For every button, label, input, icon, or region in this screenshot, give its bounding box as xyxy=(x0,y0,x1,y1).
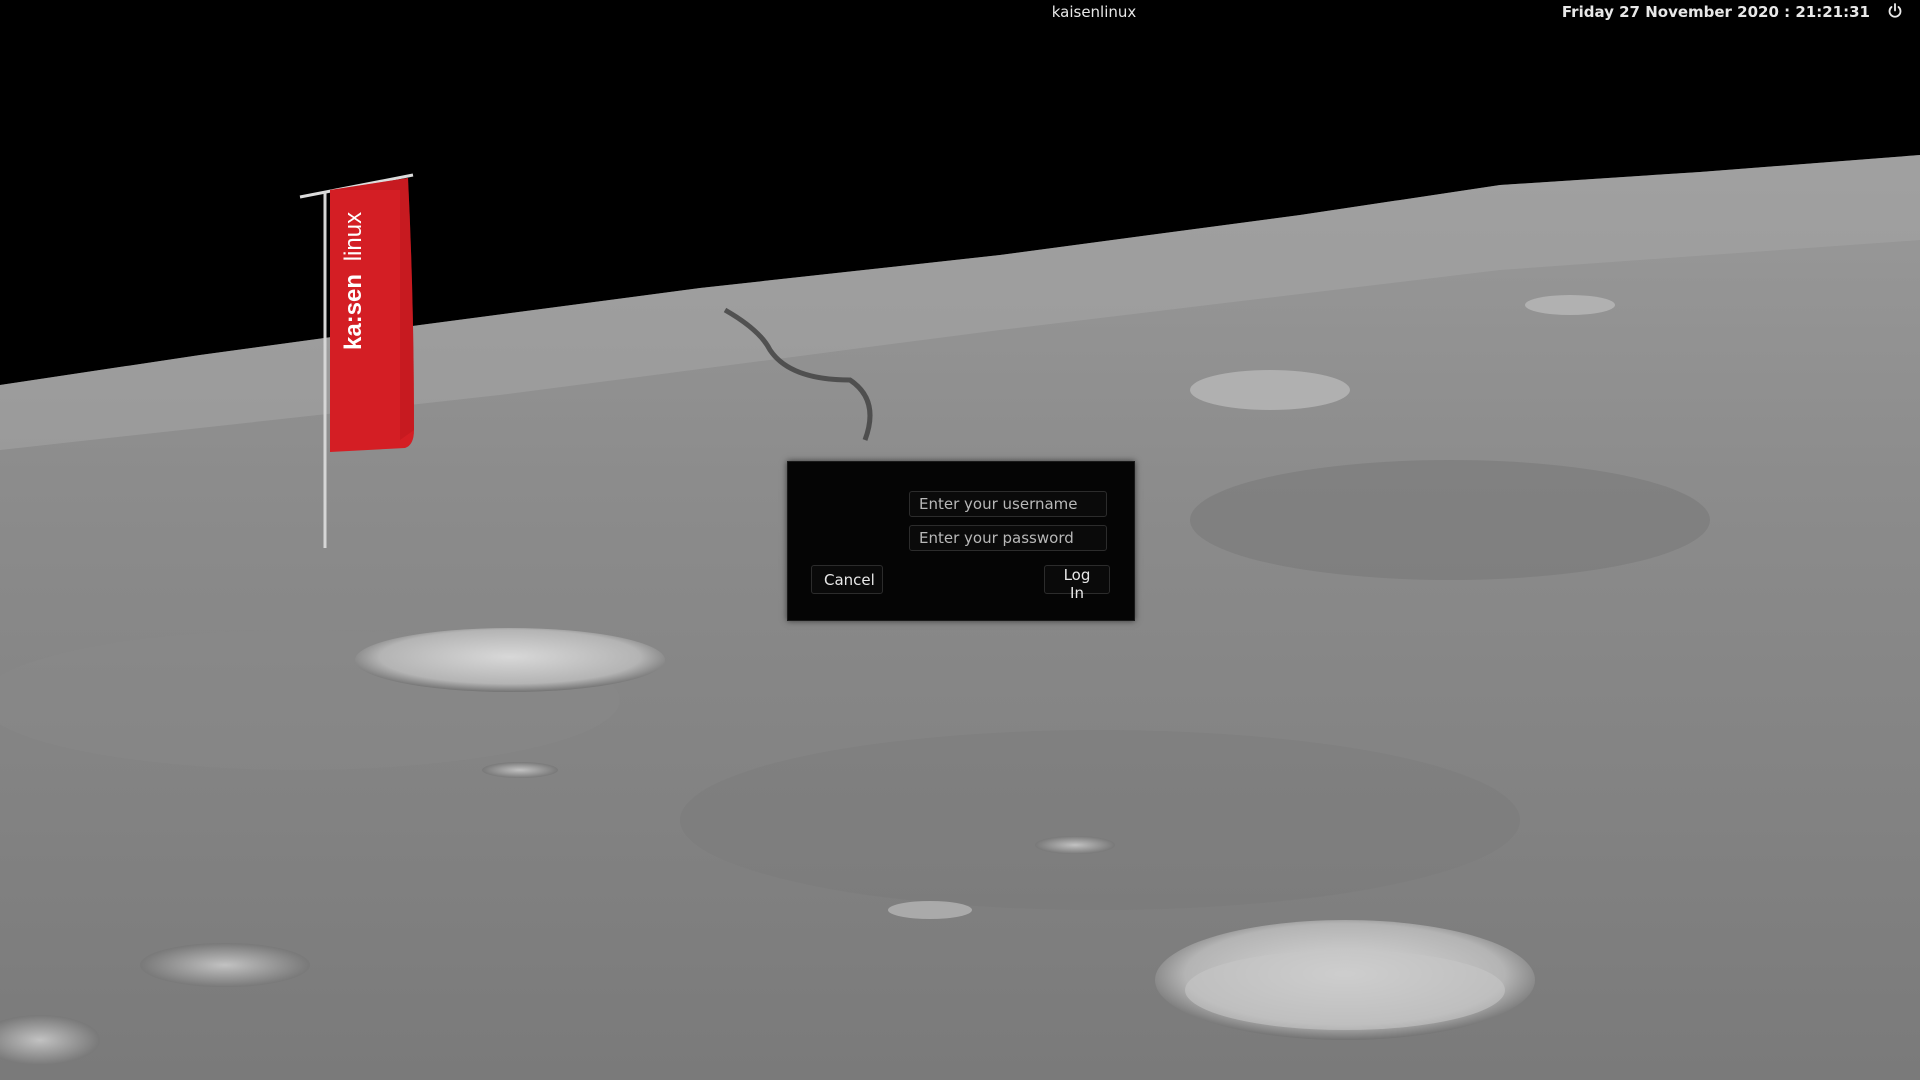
flag-brand-bold: ka:sen xyxy=(340,273,367,350)
username-input[interactable] xyxy=(909,491,1107,517)
crater xyxy=(355,628,665,692)
top-bar: kaisenlinux Friday 27 November 2020 : 21… xyxy=(0,0,1920,26)
login-dialog: Cancel Log In xyxy=(787,461,1135,621)
cancel-button[interactable]: Cancel xyxy=(811,565,883,594)
flag-brand-light: linux xyxy=(340,211,367,262)
power-icon[interactable] xyxy=(1886,2,1904,20)
password-input[interactable] xyxy=(909,525,1107,551)
flag-lettering: ka:sen linux xyxy=(336,200,406,440)
hostname-label: kaisenlinux xyxy=(1051,3,1137,21)
clock: Friday 27 November 2020 : 21:21:31 xyxy=(1561,3,1870,21)
login-button[interactable]: Log In xyxy=(1044,565,1110,602)
crater xyxy=(140,943,310,987)
